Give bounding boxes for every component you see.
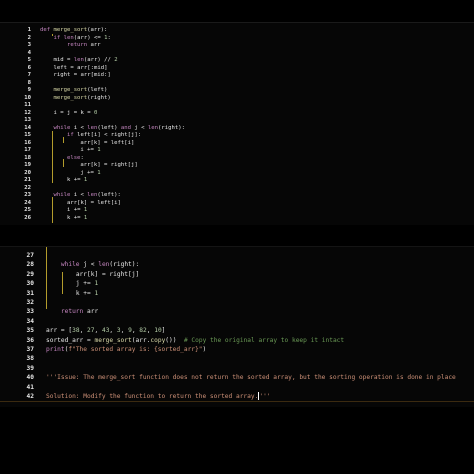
code-line[interactable]: 37 print(f"The sorted array is: {sorted_a… bbox=[0, 345, 474, 354]
code-text: arr[k] = right[j] bbox=[75, 270, 140, 278]
code-line[interactable]: 36 sorted_arr = merge_sort(arr.copy()) # … bbox=[0, 336, 474, 345]
code-line[interactable]: 38 bbox=[0, 354, 474, 363]
code-text: print(f"The sorted array is: {sorted_arr… bbox=[46, 346, 207, 353]
line-number: 28 bbox=[26, 261, 34, 269]
code-line[interactable]: 35 arr = [38, 27, 43, 3, 9, 82, 10] bbox=[0, 326, 474, 335]
indent-guide bbox=[52, 197, 53, 223]
code-line[interactable]: 42 Solution: Modify the function to retur… bbox=[0, 392, 474, 401]
code-editor-top-pane[interactable]: 1 def merge_sort(arr): 2 if len(arr) <= 1:… bbox=[0, 22, 474, 225]
line-number: 34 bbox=[26, 317, 34, 325]
line-number: 41 bbox=[26, 383, 34, 391]
code-editor-bottom-pane[interactable]: 27 28 while j < len(right): 29 arr[k] = ri… bbox=[0, 246, 474, 407]
line-number: 39 bbox=[26, 364, 34, 372]
indent-guide bbox=[62, 272, 63, 294]
line-number: 26 bbox=[24, 214, 31, 221]
code-line[interactable]: 40 '''Issue: The merge_sort function does… bbox=[0, 373, 474, 382]
code-line[interactable]: 41 bbox=[0, 383, 474, 392]
code-text: return arr bbox=[60, 308, 99, 316]
current-line-highlight bbox=[0, 401, 474, 402]
line-number: 31 bbox=[26, 289, 34, 297]
line-number: 27 bbox=[26, 252, 34, 259]
code-line[interactable]: 30 j += 1 bbox=[0, 279, 474, 288]
code-line[interactable]: 27 bbox=[0, 251, 474, 260]
code-line[interactable]: 31 k += 1 bbox=[0, 289, 474, 298]
line-number: 30 bbox=[26, 280, 34, 288]
line-number: 42 bbox=[26, 393, 34, 400]
code-text: sorted_arr = merge_sort(arr.copy()) # Co… bbox=[46, 336, 345, 344]
indent-guide bbox=[52, 34, 53, 36]
line-number: 36 bbox=[26, 336, 34, 344]
code-line[interactable]: 32 bbox=[0, 298, 474, 307]
line-number: 29 bbox=[26, 270, 34, 278]
indent-guide bbox=[63, 137, 64, 143]
code-line[interactable]: 28 while j < len(right): bbox=[0, 260, 474, 269]
code-text: '''Issue: The merge_sort function does n… bbox=[46, 374, 456, 382]
code-text: Solution: Modify the function to return … bbox=[46, 392, 271, 400]
code-line[interactable]: 33 return arr bbox=[0, 307, 474, 316]
code-text: arr = [38, 27, 43, 3, 9, 82, 10] bbox=[46, 327, 166, 335]
line-number: 40 bbox=[26, 374, 34, 382]
line-number: 38 bbox=[26, 355, 34, 363]
code-line[interactable]: 34 bbox=[0, 317, 474, 326]
code-text: j += 1 bbox=[75, 280, 99, 288]
line-number: 32 bbox=[26, 299, 34, 306]
line-number: 37 bbox=[26, 346, 34, 353]
indent-guide bbox=[63, 159, 64, 167]
code-line[interactable]: 26 k += 1 bbox=[0, 214, 474, 222]
code-line[interactable]: 29 arr[k] = right[j] bbox=[0, 270, 474, 279]
code-text: while j < len(right): bbox=[60, 261, 140, 269]
code-text: k += 1 bbox=[75, 289, 99, 297]
indent-guide bbox=[46, 247, 47, 309]
indent-guide bbox=[52, 131, 53, 183]
line-number: 33 bbox=[26, 308, 34, 316]
line-number: 35 bbox=[26, 327, 34, 335]
code-line[interactable]: 39 bbox=[0, 364, 474, 373]
code-text: k += 1 bbox=[66, 214, 88, 221]
